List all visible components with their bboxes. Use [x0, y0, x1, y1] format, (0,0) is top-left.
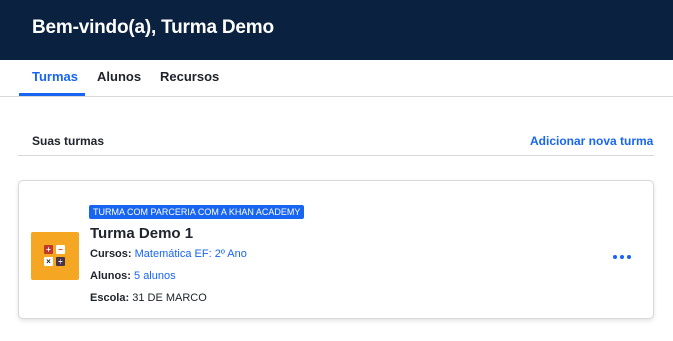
school-label: Escola: — [90, 292, 130, 304]
times-icon: × — [44, 257, 53, 266]
school-line: Escola: 31 DE MARCO — [90, 292, 207, 304]
courses-label: Cursos: — [90, 248, 132, 260]
school-value: 31 DE MARCO — [132, 292, 207, 304]
active-tab-indicator — [19, 93, 85, 96]
more-options-dot — [627, 255, 631, 259]
class-name[interactable]: Turma Demo 1 — [90, 225, 193, 242]
students-label: Alunos: — [90, 270, 131, 282]
tab-turmas[interactable]: Turmas — [32, 60, 78, 96]
section-title: Suas turmas — [32, 134, 105, 148]
minus-icon: − — [56, 245, 65, 254]
students-line: Alunos: 5 alunos — [90, 270, 176, 282]
divide-icon: ÷ — [56, 257, 65, 266]
class-card[interactable]: + − × ÷ TURMA COM PARCERIA COM A KHAN AC… — [18, 180, 654, 319]
students-link[interactable]: 5 alunos — [134, 270, 176, 282]
courses-link[interactable]: Matemática EF: 2º Ano — [135, 248, 247, 260]
page-title: Bem-vindo(a), Turma Demo — [32, 17, 274, 38]
more-options-button[interactable] — [613, 251, 637, 263]
top-header: Bem-vindo(a), Turma Demo — [0, 0, 673, 60]
tab-alunos[interactable]: Alunos — [97, 60, 141, 96]
partner-badge: TURMA COM PARCERIA COM A KHAN ACADEMY — [89, 205, 305, 219]
more-options-icon — [613, 255, 617, 259]
more-options-dot — [620, 255, 624, 259]
courses-line: Cursos: Matemática EF: 2º Ano — [90, 248, 247, 260]
add-class-link[interactable]: Adicionar nova turma — [530, 134, 653, 148]
tab-recursos[interactable]: Recursos — [160, 60, 219, 96]
plus-icon: + — [44, 245, 53, 254]
math-operations-icon: + − × ÷ — [31, 232, 79, 280]
tab-bar: Turmas Alunos Recursos — [0, 60, 673, 97]
section-divider — [18, 155, 654, 156]
